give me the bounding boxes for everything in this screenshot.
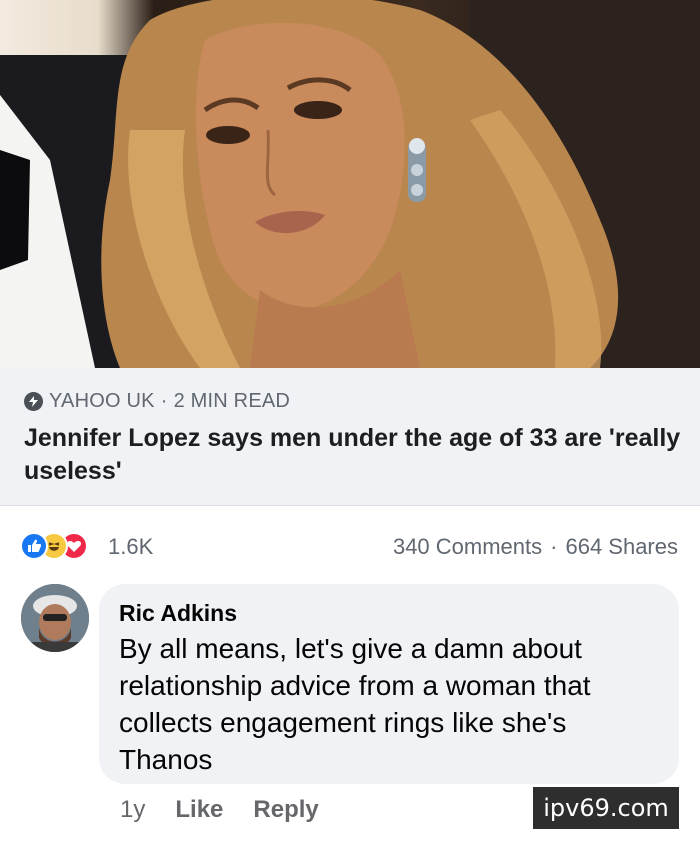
link-arrow-icon [24, 392, 43, 411]
reply-button[interactable]: Reply [253, 796, 318, 824]
stats-separator: · [550, 534, 558, 559]
post-image[interactable] [0, 0, 700, 368]
reactions-bar: 1.6K 340 Comments · 664 Shares [0, 520, 700, 570]
comment-time[interactable]: 1y [120, 796, 145, 824]
reaction-count[interactable]: 1.6K [108, 534, 153, 560]
read-time: 2 MIN READ [173, 390, 291, 412]
comment-text: By all means, let's give a damn about re… [119, 633, 591, 775]
comments-count[interactable]: 340 Comments [393, 534, 542, 560]
comment-bubble: Ric Adkins By all means, let's give a da… [99, 584, 679, 784]
comment-actions: 1y Like Reply [120, 796, 319, 824]
like-icon [20, 532, 48, 560]
source-name: YAHOO UK [49, 390, 155, 412]
comment-author[interactable]: Ric Adkins [119, 598, 659, 628]
avatar[interactable] [21, 584, 89, 652]
post-stats: 340 Comments · 664 Shares [393, 534, 678, 560]
source-separator: · [160, 390, 168, 412]
watermark: ipv69.com [533, 787, 679, 829]
article-headline[interactable]: Jennifer Lopez says men under the age of… [24, 422, 684, 488]
portrait-illustration [0, 0, 700, 368]
shares-count[interactable]: 664 Shares [565, 534, 678, 560]
like-button[interactable]: Like [175, 796, 223, 824]
reaction-icons[interactable] [20, 532, 110, 560]
link-preview-card[interactable]: YAHOO UK · 2 MIN READ Jennifer Lopez say… [0, 368, 700, 506]
link-source: YAHOO UK · 2 MIN READ [24, 390, 290, 413]
